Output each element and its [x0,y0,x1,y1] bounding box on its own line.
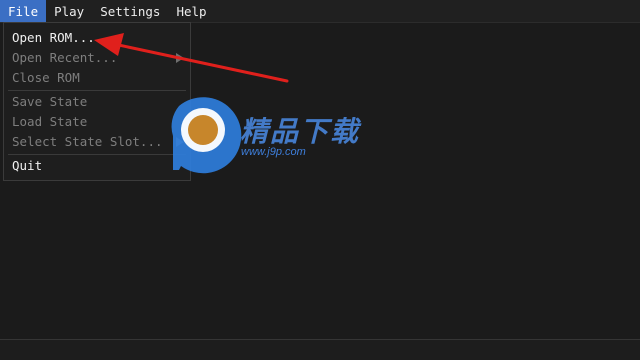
watermark-url: www.j9p.com [241,146,306,158]
file-menu-dropdown: Open ROM... Open Recent... Close ROM Sav… [3,22,191,181]
menu-play[interactable]: Play [46,0,92,22]
menu-help[interactable]: Help [168,0,214,22]
menu-item-load-state[interactable]: Load State [4,112,190,132]
menu-item-open-recent-label: Open Recent... [12,50,118,65]
menu-separator [8,90,186,91]
menu-item-quit[interactable]: Quit [4,156,190,176]
submenu-arrow-icon [176,53,184,63]
watermark-brand: 精品下载 [240,116,361,147]
menu-item-save-state[interactable]: Save State [4,92,190,112]
menu-item-close-rom[interactable]: Close ROM [4,68,190,88]
menu-bar: File Play Settings Help [0,0,640,23]
menu-item-open-rom[interactable]: Open ROM... [4,28,190,48]
menu-item-select-state-slot[interactable]: Select State Slot... [4,132,190,152]
menu-item-select-state-slot-label: Select State Slot... [12,134,163,149]
menu-settings[interactable]: Settings [92,0,168,22]
menu-file[interactable]: File [0,0,47,22]
menu-item-open-recent[interactable]: Open Recent... [4,48,190,68]
status-bar [0,339,640,360]
menu-separator [8,154,186,155]
